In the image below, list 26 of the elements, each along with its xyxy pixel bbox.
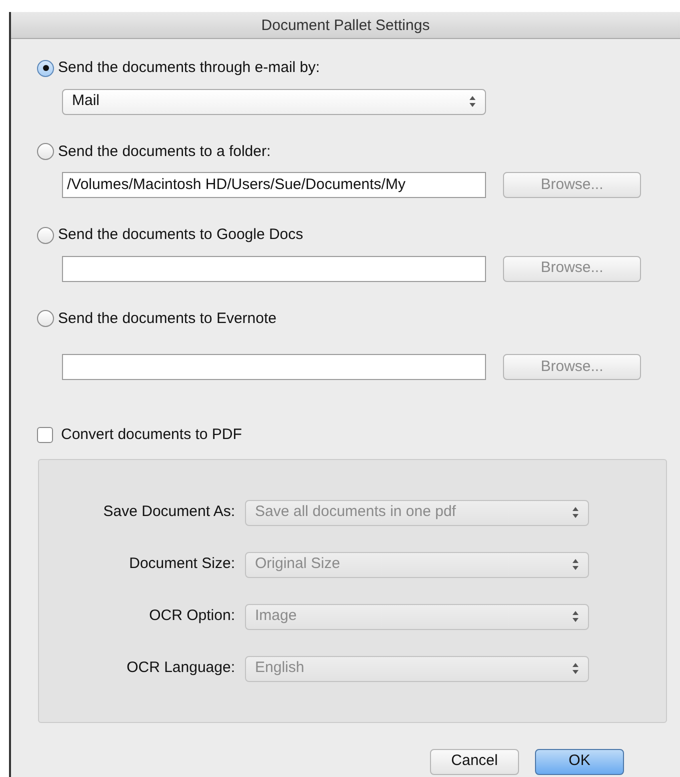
radio-button[interactable]: [37, 60, 54, 77]
path-field[interactable]: [62, 354, 486, 380]
radio-label: Send the documents to Google Docs: [58, 225, 304, 245]
stepper-arrows-icon: [469, 95, 476, 108]
stepper-arrows-icon: [572, 610, 579, 623]
radio-button[interactable]: [37, 226, 54, 244]
option-label: Save Document As:: [102, 502, 235, 522]
radio-button[interactable]: [37, 310, 54, 328]
stepper-arrows-icon: [572, 558, 579, 571]
radio-label: Send the documents to a folder:: [58, 142, 271, 162]
path-field[interactable]: /Volumes/Macintosh HD/Users/Sue/Documents/My: [62, 172, 486, 198]
window-title: Document Pallet Settings: [11, 12, 680, 39]
stepper-arrows-icon: [572, 506, 579, 519]
radio-label: Send the documents to Evernote: [58, 308, 276, 328]
mail-dropdown[interactable]: Mail: [62, 88, 486, 114]
radio-button[interactable]: [37, 143, 54, 160]
option-label: OCR Language:: [126, 658, 235, 678]
checkbox-label: Convert documents to PDF: [61, 425, 242, 445]
ok-button[interactable]: OK: [535, 748, 624, 774]
checkbox[interactable]: [37, 427, 53, 444]
option-label: OCR Option:: [148, 606, 235, 626]
path-field[interactable]: [62, 256, 486, 282]
cancel-button[interactable]: Cancel: [430, 748, 519, 774]
stepper-arrows-icon: [572, 662, 579, 675]
option-label: Document Size:: [128, 554, 235, 574]
radio-label: Send the documents through e-mail by:: [58, 58, 320, 78]
